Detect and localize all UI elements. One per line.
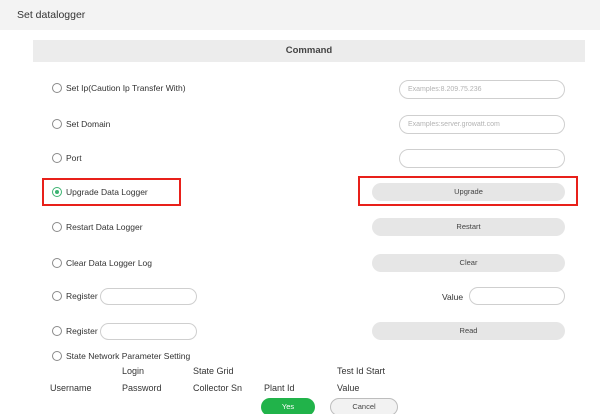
yes-button[interactable]: Yes xyxy=(261,398,315,414)
port-radio[interactable] xyxy=(52,153,62,163)
login-password-header-line2: Password xyxy=(122,383,162,393)
state-network-label: State Network Parameter Setting xyxy=(66,351,191,361)
option-clear-data-logger-log[interactable]: Clear Data Logger Log xyxy=(52,256,152,270)
set-ip-input[interactable] xyxy=(399,80,565,99)
cancel-button[interactable]: Cancel xyxy=(330,398,398,414)
register-write-radio[interactable] xyxy=(52,291,62,301)
set-domain-radio[interactable] xyxy=(52,119,62,129)
option-restart-data-logger[interactable]: Restart Data Logger xyxy=(52,220,143,234)
login-password-header-line1: Login xyxy=(122,366,145,376)
register-read-input[interactable] xyxy=(99,322,197,340)
plant-id-header: Plant Id xyxy=(264,383,295,393)
value-input[interactable] xyxy=(469,287,565,305)
state-grid-header-line2: Collector Sn xyxy=(193,383,243,393)
dialog-titlebar: Set datalogger xyxy=(0,0,600,30)
clear-radio[interactable] xyxy=(52,258,62,268)
state-network-radio[interactable] xyxy=(52,351,62,361)
set-ip-label: Set Ip(Caution Ip Transfer With) xyxy=(66,83,186,93)
port-input[interactable] xyxy=(399,149,565,168)
restart-button[interactable]: Restart xyxy=(372,218,565,236)
command-header: Command xyxy=(33,40,585,62)
clear-button[interactable]: Clear xyxy=(372,254,565,272)
set-domain-label: Set Domain xyxy=(66,119,111,129)
username-header: Username xyxy=(50,383,92,393)
test-id-header-line2: Value xyxy=(337,383,360,393)
test-id-header-line1: Test Id Start xyxy=(337,366,386,376)
port-label: Port xyxy=(66,153,82,163)
dialog-title: Set datalogger xyxy=(17,9,86,21)
restart-radio[interactable] xyxy=(52,222,62,232)
register-read-radio[interactable] xyxy=(52,326,62,336)
option-register-read[interactable]: Register xyxy=(52,322,197,340)
register-read-label: Register xyxy=(66,326,98,336)
option-port[interactable]: Port xyxy=(52,151,82,165)
restart-label: Restart Data Logger xyxy=(66,222,143,232)
upgrade-label: Upgrade Data Logger xyxy=(66,187,148,197)
register-write-label: Register xyxy=(66,291,98,301)
upgrade-button[interactable]: Upgrade xyxy=(372,183,565,201)
read-button[interactable]: Read xyxy=(372,322,565,340)
value-label: Value xyxy=(442,292,464,302)
option-register-write[interactable]: Register xyxy=(52,287,197,305)
clear-label: Clear Data Logger Log xyxy=(66,258,153,268)
register-write-input[interactable] xyxy=(99,287,197,305)
set-ip-radio[interactable] xyxy=(52,83,62,93)
set-domain-input[interactable] xyxy=(399,115,565,134)
state-grid-header-line1: State Grid xyxy=(193,366,234,376)
option-state-network-parameter-setting[interactable]: State Network Parameter Setting xyxy=(52,349,190,363)
option-set-ip[interactable]: Set Ip(Caution Ip Transfer With) xyxy=(52,81,186,95)
option-set-domain[interactable]: Set Domain xyxy=(52,117,110,131)
upgrade-radio[interactable] xyxy=(52,187,62,197)
option-upgrade-data-logger[interactable]: Upgrade Data Logger xyxy=(52,185,148,199)
